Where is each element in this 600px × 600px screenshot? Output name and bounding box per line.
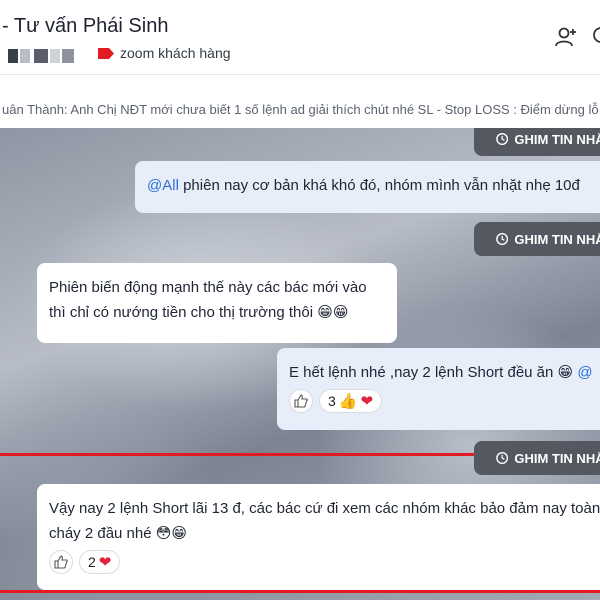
reaction-row: 3 👍 ❤ [289, 389, 600, 413]
pin-message-button[interactable]: GHIM TIN NHẮN [474, 441, 600, 475]
pin-label: GHIM TIN NHẮN [514, 231, 600, 247]
clock-icon [496, 452, 509, 464]
highlight-line [0, 590, 600, 593]
clock-icon [496, 133, 509, 145]
member-avatars[interactable] [0, 49, 80, 65]
chat-area: GHIM TIN NHẮN @All phiên nay cơ bản khá … [0, 128, 600, 600]
thumbs-up-emoji: 👍 [338, 391, 358, 410]
flushed-grin-emoji: 😳😁 [155, 524, 188, 542]
reaction-count-value: 2 [88, 553, 96, 570]
clock-icon [496, 233, 509, 245]
chat-title: - Tư vấn Phái Sinh [2, 15, 169, 37]
group-tag[interactable]: zoom khách hàng [98, 45, 231, 61]
pin-label: GHIM TIN NHẮN [514, 131, 600, 147]
message-bubble[interactable]: E hết lệnh nhé ,nay 2 lệnh Short đều ăn … [277, 348, 600, 430]
chat-header: - Tư vấn Phái Sinh zoom khách hàng [0, 0, 600, 75]
group-tag-label: zoom khách hàng [120, 45, 231, 61]
message-bubble[interactable]: Vậy nay 2 lệnh Short lãi 13 đ, các bác c… [37, 484, 600, 590]
pin-label: GHIM TIN NHẮN [514, 450, 600, 466]
add-member-icon[interactable] [553, 24, 579, 50]
mention[interactable]: @ [577, 364, 592, 381]
pin-message-button[interactable]: GHIM TIN NHẮN [474, 222, 600, 256]
thumbs-up-icon [54, 555, 68, 569]
message-bubble[interactable]: Phiên biến động mạnh thế này các bác mới… [37, 263, 397, 343]
heart-icon: ❤ [98, 553, 112, 571]
pinned-message-preview[interactable]: uân Thành: Anh Chị NĐT mới chưa biết 1 s… [0, 95, 600, 125]
heart-icon: ❤ [360, 392, 374, 410]
search-icon[interactable] [590, 24, 600, 50]
reaction-count[interactable]: 2 ❤ [79, 550, 121, 574]
reaction-count[interactable]: 3 👍 ❤ [319, 389, 383, 413]
thumbs-up-icon [294, 394, 308, 408]
reaction-row: 2 ❤ [49, 550, 600, 574]
pin-message-button[interactable]: GHIM TIN NHẮN [474, 128, 600, 156]
mention-all[interactable]: @All [147, 177, 179, 194]
like-button[interactable] [49, 550, 73, 574]
tag-icon [98, 47, 114, 59]
message-text: phiên nay cơ bản khá khó đó, nhóm mình v… [183, 177, 580, 194]
grin-emoji: 😁 [557, 363, 574, 381]
message-text: E hết lệnh nhé ,nay 2 lệnh Short đều ăn [289, 364, 554, 381]
message-bubble[interactable]: @All phiên nay cơ bản khá khó đó, nhóm m… [135, 161, 600, 213]
like-button[interactable] [289, 389, 313, 413]
message-text: Vậy nay 2 lệnh Short lãi 13 đ, các bác c… [49, 500, 600, 542]
reaction-count-value: 3 [328, 392, 336, 409]
grin-emoji: 😁😁 [317, 303, 349, 321]
